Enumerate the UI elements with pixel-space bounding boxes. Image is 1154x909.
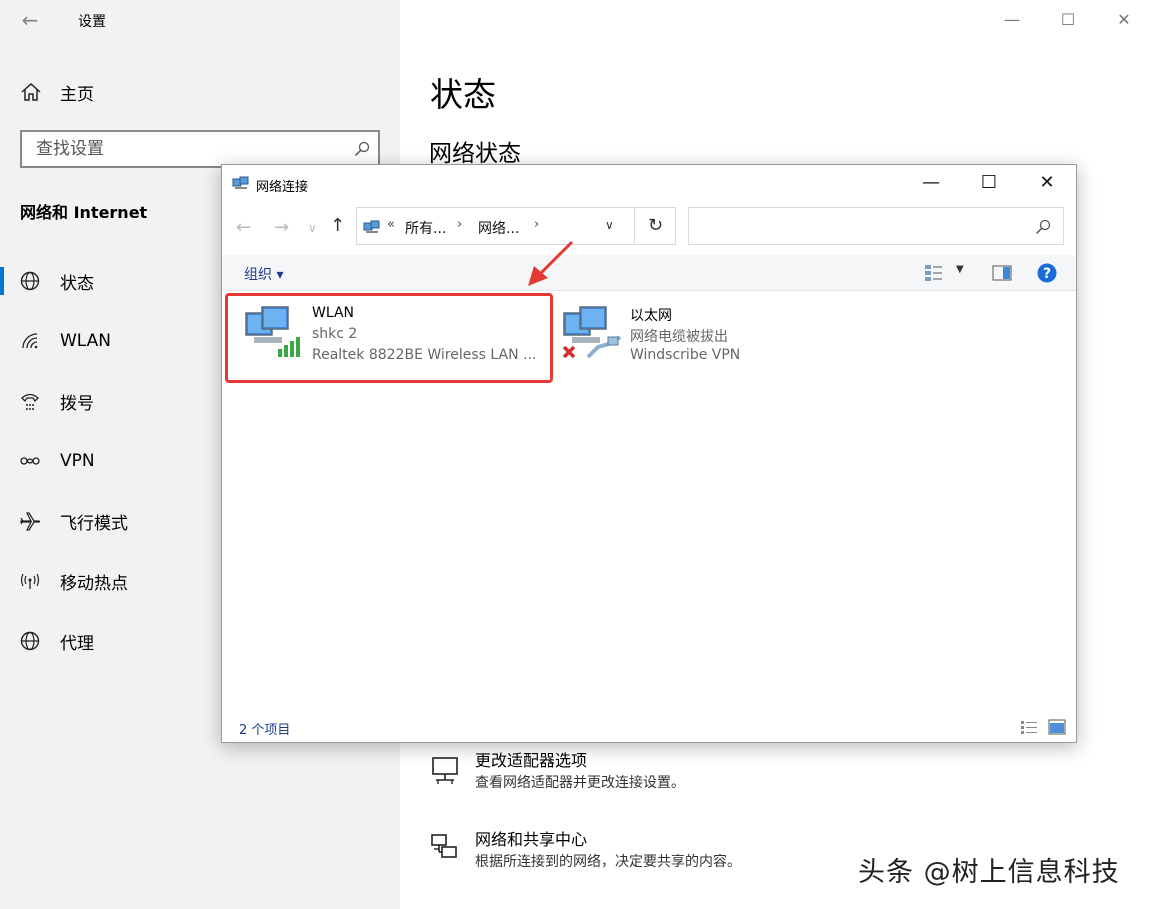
command-bar: 组织 ▾ ▼ ? [222, 255, 1076, 291]
close-button[interactable]: ✕ [1110, 6, 1138, 34]
back-arrow-icon[interactable]: ← [18, 8, 42, 32]
chevron-down-icon[interactable]: ∨ [605, 218, 614, 232]
highlight-annotation-box [225, 293, 553, 383]
home-label: 主页 [60, 84, 94, 105]
hotspot-icon [20, 573, 40, 589]
sidebar-item-label: WLAN [60, 331, 112, 351]
forward-arrow-icon[interactable]: → [274, 217, 289, 238]
connection-item-ethernet[interactable]: 以太网 网络电缆被拔出 Windscribe VPN [562, 303, 862, 373]
sidebar-item-label: 代理 [60, 633, 94, 654]
sidebar-item-label: 移动热点 [60, 573, 128, 594]
view-dropdown-icon[interactable]: ▼ [956, 264, 964, 275]
refresh-button[interactable]: ↻ [634, 207, 676, 245]
connection-status: 网络电缆被拔出 [630, 329, 728, 345]
explorer-search-input[interactable] [689, 208, 1019, 244]
adv-desc: 根据所连接到的网络，决定要共享的内容。 [475, 854, 741, 870]
settings-search-box[interactable] [20, 130, 380, 168]
sharing-center-icon [431, 834, 457, 858]
search-icon[interactable] [354, 141, 370, 157]
recent-dropdown-icon[interactable]: ∨ [308, 221, 317, 235]
change-adapter-options-link[interactable]: 更改适配器选项 查看网络适配器并更改连接设置。 [430, 750, 685, 794]
adv-title: 更改适配器选项 [475, 751, 588, 770]
breadcrumb-separator-icon[interactable]: › [457, 217, 462, 232]
change-view-icon[interactable] [924, 263, 944, 283]
maximize-button[interactable]: ☐ [1054, 6, 1082, 34]
explorer-search-box[interactable] [688, 207, 1064, 245]
sidebar-item-label: 飞行模式 [60, 513, 128, 534]
adapter-icon [432, 757, 458, 784]
svg-text:?: ? [1043, 266, 1051, 282]
up-arrow-icon[interactable]: ↑ [330, 215, 345, 236]
network-sharing-center-link[interactable]: 网络和共享中心 根据所连接到的网络，决定要共享的内容。 [430, 829, 741, 873]
explorer-titlebar[interactable]: 网络连接 — ☐ ✕ [222, 165, 1076, 201]
sidebar-item-label: 拨号 [60, 393, 94, 414]
watermark: 头条 @树上信息科技 [858, 857, 1120, 888]
network-folder-icon [363, 220, 380, 233]
breadcrumb-item[interactable]: 网络... [478, 218, 519, 238]
back-arrow-icon[interactable]: ← [236, 217, 251, 238]
globe-icon [20, 631, 40, 651]
globe-icon [20, 271, 40, 291]
red-arrow-annotation [528, 240, 574, 286]
network-connections-window: 网络连接 — ☐ ✕ ← → ∨ ↑ « 所有... › 网络... › ∨ ↻… [221, 164, 1077, 743]
settings-search-input[interactable] [22, 132, 342, 166]
vpn-icon [20, 457, 40, 465]
breadcrumb-overflow[interactable]: « [387, 217, 395, 232]
explorer-title: 网络连接 [256, 180, 309, 195]
preview-pane-icon[interactable] [992, 263, 1012, 283]
home-nav-item[interactable]: 主页 [20, 78, 94, 106]
wifi-icon [22, 333, 38, 349]
network-status-heading: 网络状态 [429, 141, 521, 167]
search-icon [1035, 219, 1051, 235]
item-count: 2 个项目 [239, 723, 291, 738]
home-icon [21, 82, 41, 101]
details-view-icon[interactable] [1020, 719, 1038, 735]
maximize-button[interactable]: ☐ [960, 165, 1018, 201]
connection-name: 以太网 [630, 308, 672, 324]
breadcrumb-item[interactable]: 所有... [405, 218, 446, 238]
large-icons-view-icon[interactable] [1048, 719, 1066, 735]
help-icon[interactable]: ? [1037, 263, 1057, 283]
connection-device: Windscribe VPN [630, 347, 741, 363]
status-bar: 2 个项目 [222, 713, 1076, 743]
address-row: ← → ∨ ↑ « 所有... › 网络... › ∨ ↻ [222, 207, 1076, 247]
airplane-icon [20, 512, 41, 531]
minimize-button[interactable]: — [998, 6, 1026, 34]
minimize-button[interactable]: — [902, 165, 960, 201]
settings-window-title: 设置 [78, 14, 106, 30]
sidebar-item-label: VPN [60, 451, 95, 471]
adv-desc: 查看网络适配器并更改连接设置。 [475, 775, 685, 791]
page-title: 状态 [430, 75, 496, 114]
adv-title: 网络和共享中心 [475, 830, 588, 849]
ethernet-adapter-disconnected-icon [562, 306, 622, 359]
organize-button[interactable]: 组织 ▾ [244, 264, 283, 284]
address-bar[interactable]: « 所有... › 网络... › ∨ [356, 207, 676, 245]
section-title: 网络和 Internet [20, 203, 148, 222]
network-folder-icon [232, 176, 249, 189]
breadcrumb-separator-icon[interactable]: › [534, 217, 539, 232]
dialup-icon [21, 393, 39, 410]
close-button[interactable]: ✕ [1018, 165, 1076, 201]
sidebar-item-label: 状态 [60, 273, 94, 294]
